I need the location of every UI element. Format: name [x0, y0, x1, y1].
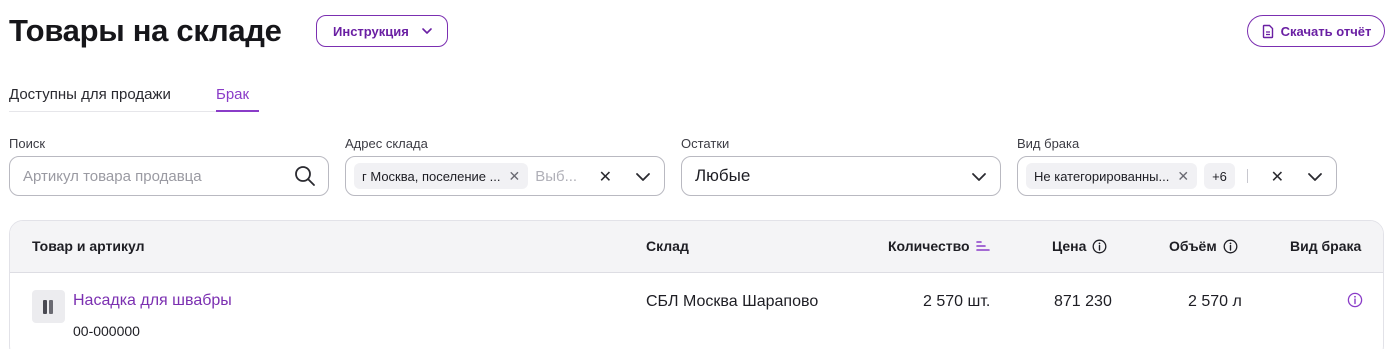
more-selected-badge[interactable]: +6: [1204, 163, 1235, 189]
document-icon: [1262, 24, 1273, 38]
search-input[interactable]: Артикул товара продавца: [9, 156, 329, 196]
column-header-volume: Объём: [1169, 238, 1238, 254]
tab-bar: Доступны для продажи Брак: [9, 82, 259, 112]
address-chip: г Москва, поселение ... ✕: [354, 163, 529, 189]
chevron-down-icon[interactable]: [634, 168, 652, 186]
column-header-defect-type: Вид брака: [1290, 238, 1362, 254]
defect-type-chip-label: Не категорированны...: [1034, 168, 1170, 184]
clear-icon[interactable]: ✕: [599, 167, 612, 187]
price-cell: 871 230: [1054, 293, 1112, 310]
sort-icon[interactable]: [975, 240, 990, 252]
address-chip-label: г Москва, поселение ...: [362, 168, 501, 184]
instruction-dropdown-button[interactable]: Инструкция: [316, 15, 448, 47]
clear-icon[interactable]: ✕: [1271, 167, 1284, 187]
stock-select[interactable]: Любые: [681, 156, 1001, 196]
address-placeholder: Выб...: [535, 167, 578, 185]
search-placeholder: Артикул товара продавца: [23, 167, 202, 185]
info-icon[interactable]: [1223, 239, 1238, 254]
chevron-down-icon: [422, 28, 432, 34]
warehouse-cell: СБЛ Москва Шарапово: [646, 293, 819, 310]
volume-cell: 2 570 л: [1188, 293, 1242, 310]
tab-available-for-sale[interactable]: Доступны для продажи: [9, 85, 171, 105]
defect-type-chip: Не категорированны... ✕: [1026, 163, 1198, 189]
stock-table: Товар и артикул Склад Количество Цена Об…: [9, 220, 1384, 349]
table-row: Насадка для швабры 00-000000 СБЛ Москва …: [10, 274, 1383, 349]
download-report-button[interactable]: Скачать отчёт: [1247, 15, 1385, 47]
column-header-quantity[interactable]: Количество: [888, 238, 990, 254]
stock-value: Любые: [695, 166, 751, 185]
tab-defect[interactable]: Брак: [216, 85, 249, 105]
address-label: Адрес склада: [345, 136, 428, 151]
product-thumbnail: [32, 290, 65, 323]
column-header-price: Цена: [1052, 238, 1107, 254]
defect-type-label: Вид брака: [1017, 136, 1080, 151]
info-icon[interactable]: [1347, 292, 1363, 308]
search-icon[interactable]: [294, 165, 316, 187]
search-label: Поиск: [9, 136, 46, 151]
product-name-link[interactable]: Насадка для швабры: [73, 292, 232, 310]
chevron-down-icon[interactable]: [1306, 168, 1324, 186]
column-header-warehouse: Склад: [646, 238, 689, 254]
stock-label: Остатки: [681, 136, 730, 151]
instruction-label: Инструкция: [333, 23, 409, 39]
more-selected-count: +6: [1212, 168, 1227, 184]
info-icon[interactable]: [1092, 239, 1107, 254]
chevron-down-icon[interactable]: [970, 168, 988, 186]
column-header-product: Товар и артикул: [32, 238, 145, 254]
page-title: Товары на складе: [9, 13, 282, 48]
text-cursor: [1246, 169, 1248, 183]
table-header: Товар и артикул Склад Количество Цена Об…: [10, 221, 1383, 273]
warehouse-address-select[interactable]: г Москва, поселение ... ✕ Выб... ✕: [345, 156, 665, 196]
chip-remove-icon[interactable]: ✕: [508, 168, 520, 185]
active-tab-indicator: [216, 110, 259, 112]
chip-remove-icon[interactable]: ✕: [1177, 168, 1189, 185]
download-report-label: Скачать отчёт: [1280, 23, 1372, 39]
product-article: 00-000000: [73, 323, 140, 339]
quantity-cell: 2 570 шт.: [923, 293, 991, 310]
defect-type-select[interactable]: Не категорированны... ✕ +6 ✕: [1017, 156, 1337, 196]
